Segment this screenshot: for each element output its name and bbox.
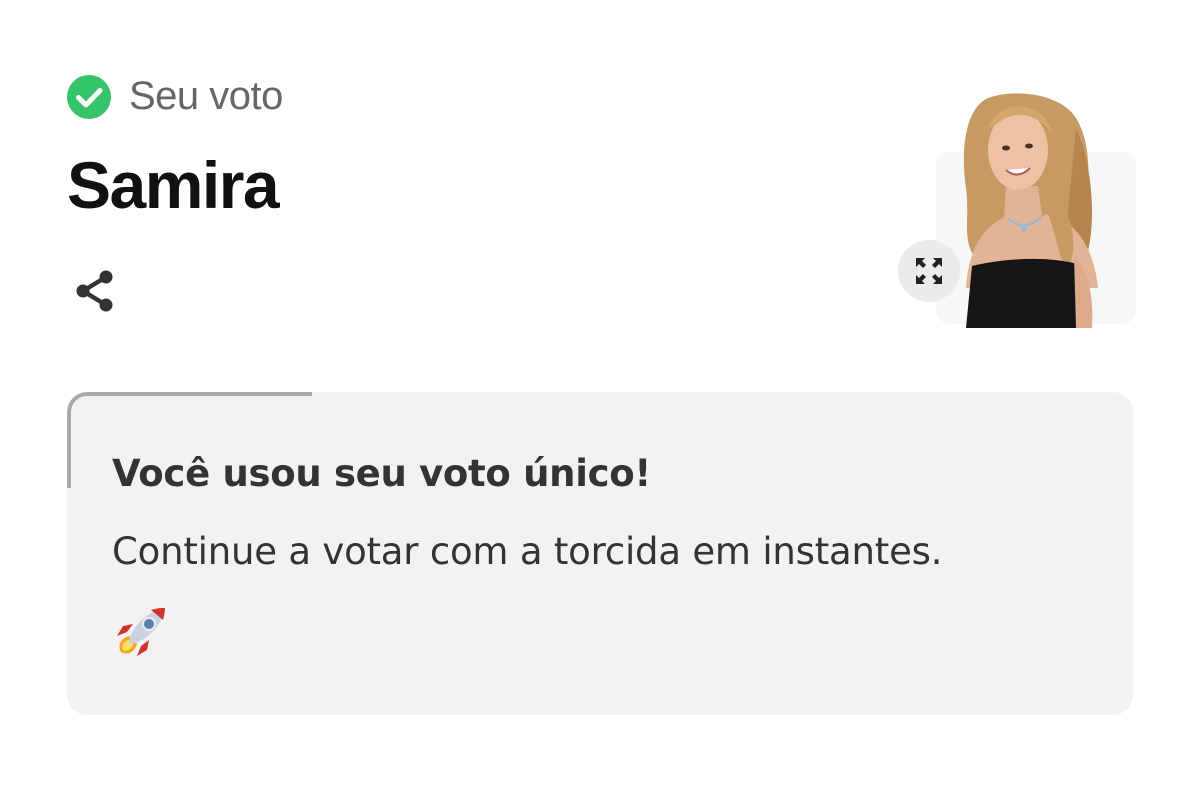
- candidate-name: Samira: [67, 148, 280, 222]
- notice-body: Continue a votar com a torcida em instan…: [112, 530, 943, 573]
- vote-status-label: Seu voto: [129, 74, 283, 118]
- vote-status: Seu voto: [67, 74, 283, 119]
- vote-confirmation-page: Seu voto Samira Você usou seu voto único…: [0, 0, 1200, 800]
- candidate-photo[interactable]: [926, 88, 1106, 328]
- notice-title: Você usou seu voto único!: [112, 452, 651, 495]
- check-circle-icon: [67, 74, 111, 119]
- candidate-photo-container: [898, 88, 1136, 328]
- expand-photo-button[interactable]: [898, 240, 960, 302]
- rocket-icon: [111, 602, 171, 662]
- vote-notice-card: Você usou seu voto único! Continue a vot…: [67, 392, 1133, 715]
- share-icon: [76, 270, 113, 312]
- expand-icon: [916, 258, 942, 284]
- share-button[interactable]: [68, 264, 122, 318]
